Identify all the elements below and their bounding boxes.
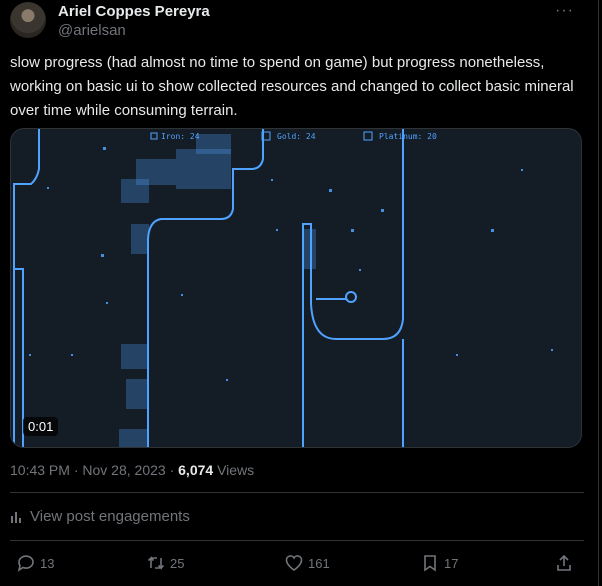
separator: · (69, 462, 83, 478)
reply-button[interactable]: 13 (16, 553, 54, 573)
like-count: 161 (308, 555, 330, 571)
post-date[interactable]: Nov 28, 2023 (82, 462, 165, 478)
repost-button[interactable]: 25 (146, 553, 184, 573)
repost-icon (147, 556, 165, 570)
action-bar: 13 25 161 17 (10, 553, 580, 575)
bookmark-button[interactable]: 17 (420, 553, 458, 573)
divider (10, 492, 584, 493)
divider (10, 540, 584, 541)
terrain-pocket (302, 129, 404, 447)
video-player[interactable]: Iron: 24 Gold: 24 Platinum: 20 0:01 (10, 128, 582, 448)
reply-count: 13 (40, 555, 55, 571)
bookmark-icon (424, 555, 436, 572)
heart-icon (285, 555, 303, 571)
author-handle[interactable]: @arielsan (58, 22, 126, 39)
hud-gold: Gold: 24 (277, 132, 316, 141)
post-time[interactable]: 10:43 PM (10, 462, 70, 478)
probe (345, 291, 357, 303)
author-name[interactable]: Ariel Coppes Pereyra (58, 3, 210, 20)
reply-icon (17, 555, 34, 572)
terrain-wall-left-inner (14, 268, 24, 447)
avatar[interactable] (10, 2, 46, 38)
repost-count: 25 (170, 555, 185, 571)
views-label: Views (213, 462, 255, 478)
view-engagements-link[interactable]: View post engagements (10, 508, 190, 525)
view-engagements-label: View post engagements (30, 508, 190, 525)
terrain-wall-left (13, 129, 40, 447)
like-button[interactable]: 161 (284, 553, 330, 573)
share-button[interactable] (554, 553, 574, 573)
post: Ariel Coppes Pereyra @arielsan ··· slow … (0, 0, 599, 586)
bookmark-count: 17 (444, 555, 459, 571)
post-meta: 10:43 PM · Nov 28, 2023 · 6,074 Views (10, 462, 254, 478)
hud-platinum: Platinum: 20 (379, 132, 437, 141)
hud-iron: Iron: 24 (161, 132, 200, 141)
views-count: 6,074 (178, 462, 214, 478)
video-timestamp: 0:01 (23, 417, 59, 436)
more-options-icon[interactable]: ··· (555, 2, 574, 20)
post-text: slow progress (had almost no time to spe… (10, 54, 574, 119)
analytics-icon (11, 511, 21, 523)
separator: · (165, 462, 179, 478)
game-scene: Iron: 24 Gold: 24 Platinum: 20 (13, 129, 553, 447)
share-icon (557, 554, 571, 571)
